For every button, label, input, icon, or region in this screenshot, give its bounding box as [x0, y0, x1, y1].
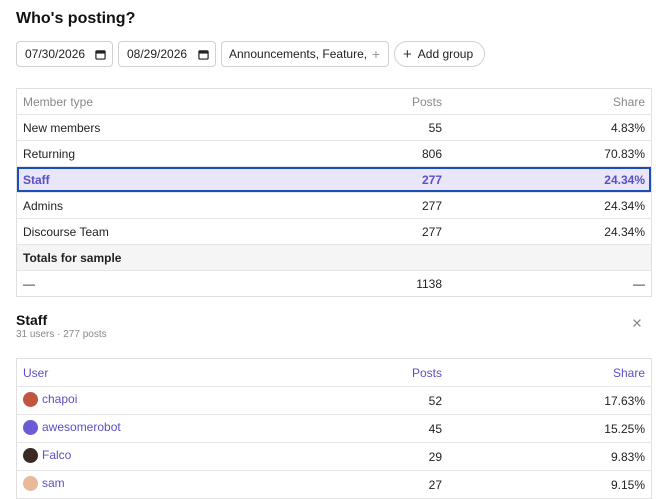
add-group-button[interactable]: + Add group: [394, 41, 486, 67]
page-title: Who's posting?: [16, 10, 136, 27]
totals-share-cell: —: [633, 276, 645, 291]
totals-posts-cell: 1138: [416, 276, 442, 291]
table-row: chapoi 52 17.63%: [16, 386, 652, 415]
calendar-icon: [198, 49, 209, 60]
category-selector-value: Announcements, Feature,...: [229, 47, 368, 61]
posts-cell: 55: [428, 120, 442, 135]
share-cell: 17.63%: [604, 393, 645, 408]
user-link[interactable]: awesomerobot: [23, 419, 121, 435]
column-header-posts[interactable]: Posts: [292, 89, 448, 115]
member-type-cell: Returning: [23, 146, 76, 161]
member-type-cell: Discourse Team: [23, 224, 109, 239]
user-link[interactable]: sam: [23, 475, 65, 491]
totals-header-row: Totals for sample: [16, 244, 652, 271]
username[interactable]: chapoi: [42, 392, 77, 406]
member-type-table: Member type Posts Share New members 55 4…: [16, 88, 652, 297]
share-cell: 24.34%: [604, 198, 645, 213]
category-selector[interactable]: Announcements, Feature,... +: [221, 41, 389, 67]
share-cell: 70.83%: [604, 146, 645, 161]
member-type-cell: Admins: [23, 198, 64, 213]
avatar[interactable]: [23, 447, 38, 463]
table-row[interactable]: Returning 806 70.83%: [16, 140, 652, 167]
posts-cell: 52: [428, 393, 442, 408]
table-header-row: Member type Posts Share: [17, 89, 652, 115]
share-cell: 9.83%: [610, 449, 645, 464]
staff-users-table: User Posts Share chapoi 52 17.63% awesom…: [16, 358, 652, 499]
column-header-share[interactable]: Share: [448, 89, 652, 115]
end-date-value: 08/29/2026: [127, 47, 188, 61]
table-row: awesomerobot 45 15.25%: [16, 414, 652, 443]
table-row: Falco 29 9.83%: [16, 442, 652, 471]
avatar[interactable]: [23, 475, 38, 491]
end-date-input[interactable]: 08/29/2026: [118, 41, 216, 67]
table-row[interactable]: New members 55 4.83%: [16, 114, 652, 141]
user-link[interactable]: Falco: [23, 447, 71, 463]
avatar[interactable]: [23, 391, 38, 407]
posts-cell: 45: [428, 421, 442, 436]
column-header-posts[interactable]: Posts: [292, 359, 448, 387]
avatar[interactable]: [23, 419, 38, 435]
share-cell: 15.25%: [604, 421, 645, 436]
plus-icon: +: [403, 45, 412, 63]
posts-cell: 806: [421, 146, 442, 161]
add-group-label: Add group: [417, 47, 474, 61]
close-icon[interactable]: [630, 316, 644, 330]
totals-label: Totals for sample: [16, 244, 652, 271]
plus-icon: +: [371, 46, 380, 62]
table-row[interactable]: Discourse Team 277 24.34%: [16, 218, 652, 245]
share-cell: 24.34%: [448, 167, 652, 193]
totals-type-cell: —: [23, 276, 35, 291]
column-header-user[interactable]: User: [17, 359, 293, 387]
column-header-member-type[interactable]: Member type: [17, 89, 293, 115]
share-cell: 4.83%: [610, 120, 645, 135]
column-header-share[interactable]: Share: [448, 359, 652, 387]
page: Who's posting? 07/30/2026 08/29/2026 Ann…: [0, 0, 662, 499]
posts-cell: 277: [421, 224, 442, 239]
table-header-row: User Posts Share: [17, 359, 652, 387]
username[interactable]: sam: [42, 476, 65, 490]
member-type-cell: Staff: [17, 167, 293, 193]
username[interactable]: Falco: [42, 448, 71, 462]
posts-cell: 29: [428, 449, 442, 464]
table-row-selected[interactable]: Staff 277 24.34%: [16, 166, 652, 193]
member-type-cell: New members: [23, 120, 101, 135]
user-link[interactable]: chapoi: [23, 391, 77, 407]
filter-bar: 07/30/2026 08/29/2026 Announcements, Fea…: [16, 41, 486, 67]
table-row[interactable]: Admins 277 24.34%: [16, 192, 652, 219]
table-row: sam 27 9.15%: [16, 470, 652, 499]
calendar-icon: [95, 49, 106, 60]
posts-cell: 277: [421, 198, 442, 213]
drilldown-subtitle: 31 users · 277 posts: [16, 329, 107, 340]
posts-cell: 277: [292, 167, 448, 193]
share-cell: 24.34%: [604, 224, 645, 239]
username[interactable]: awesomerobot: [42, 420, 121, 434]
totals-row: — 1138 —: [16, 270, 652, 297]
start-date-input[interactable]: 07/30/2026: [16, 41, 113, 67]
start-date-value: 07/30/2026: [25, 47, 86, 61]
share-cell: 9.15%: [610, 477, 645, 492]
drilldown-title: Staff: [16, 312, 48, 328]
posts-cell: 27: [428, 477, 442, 492]
